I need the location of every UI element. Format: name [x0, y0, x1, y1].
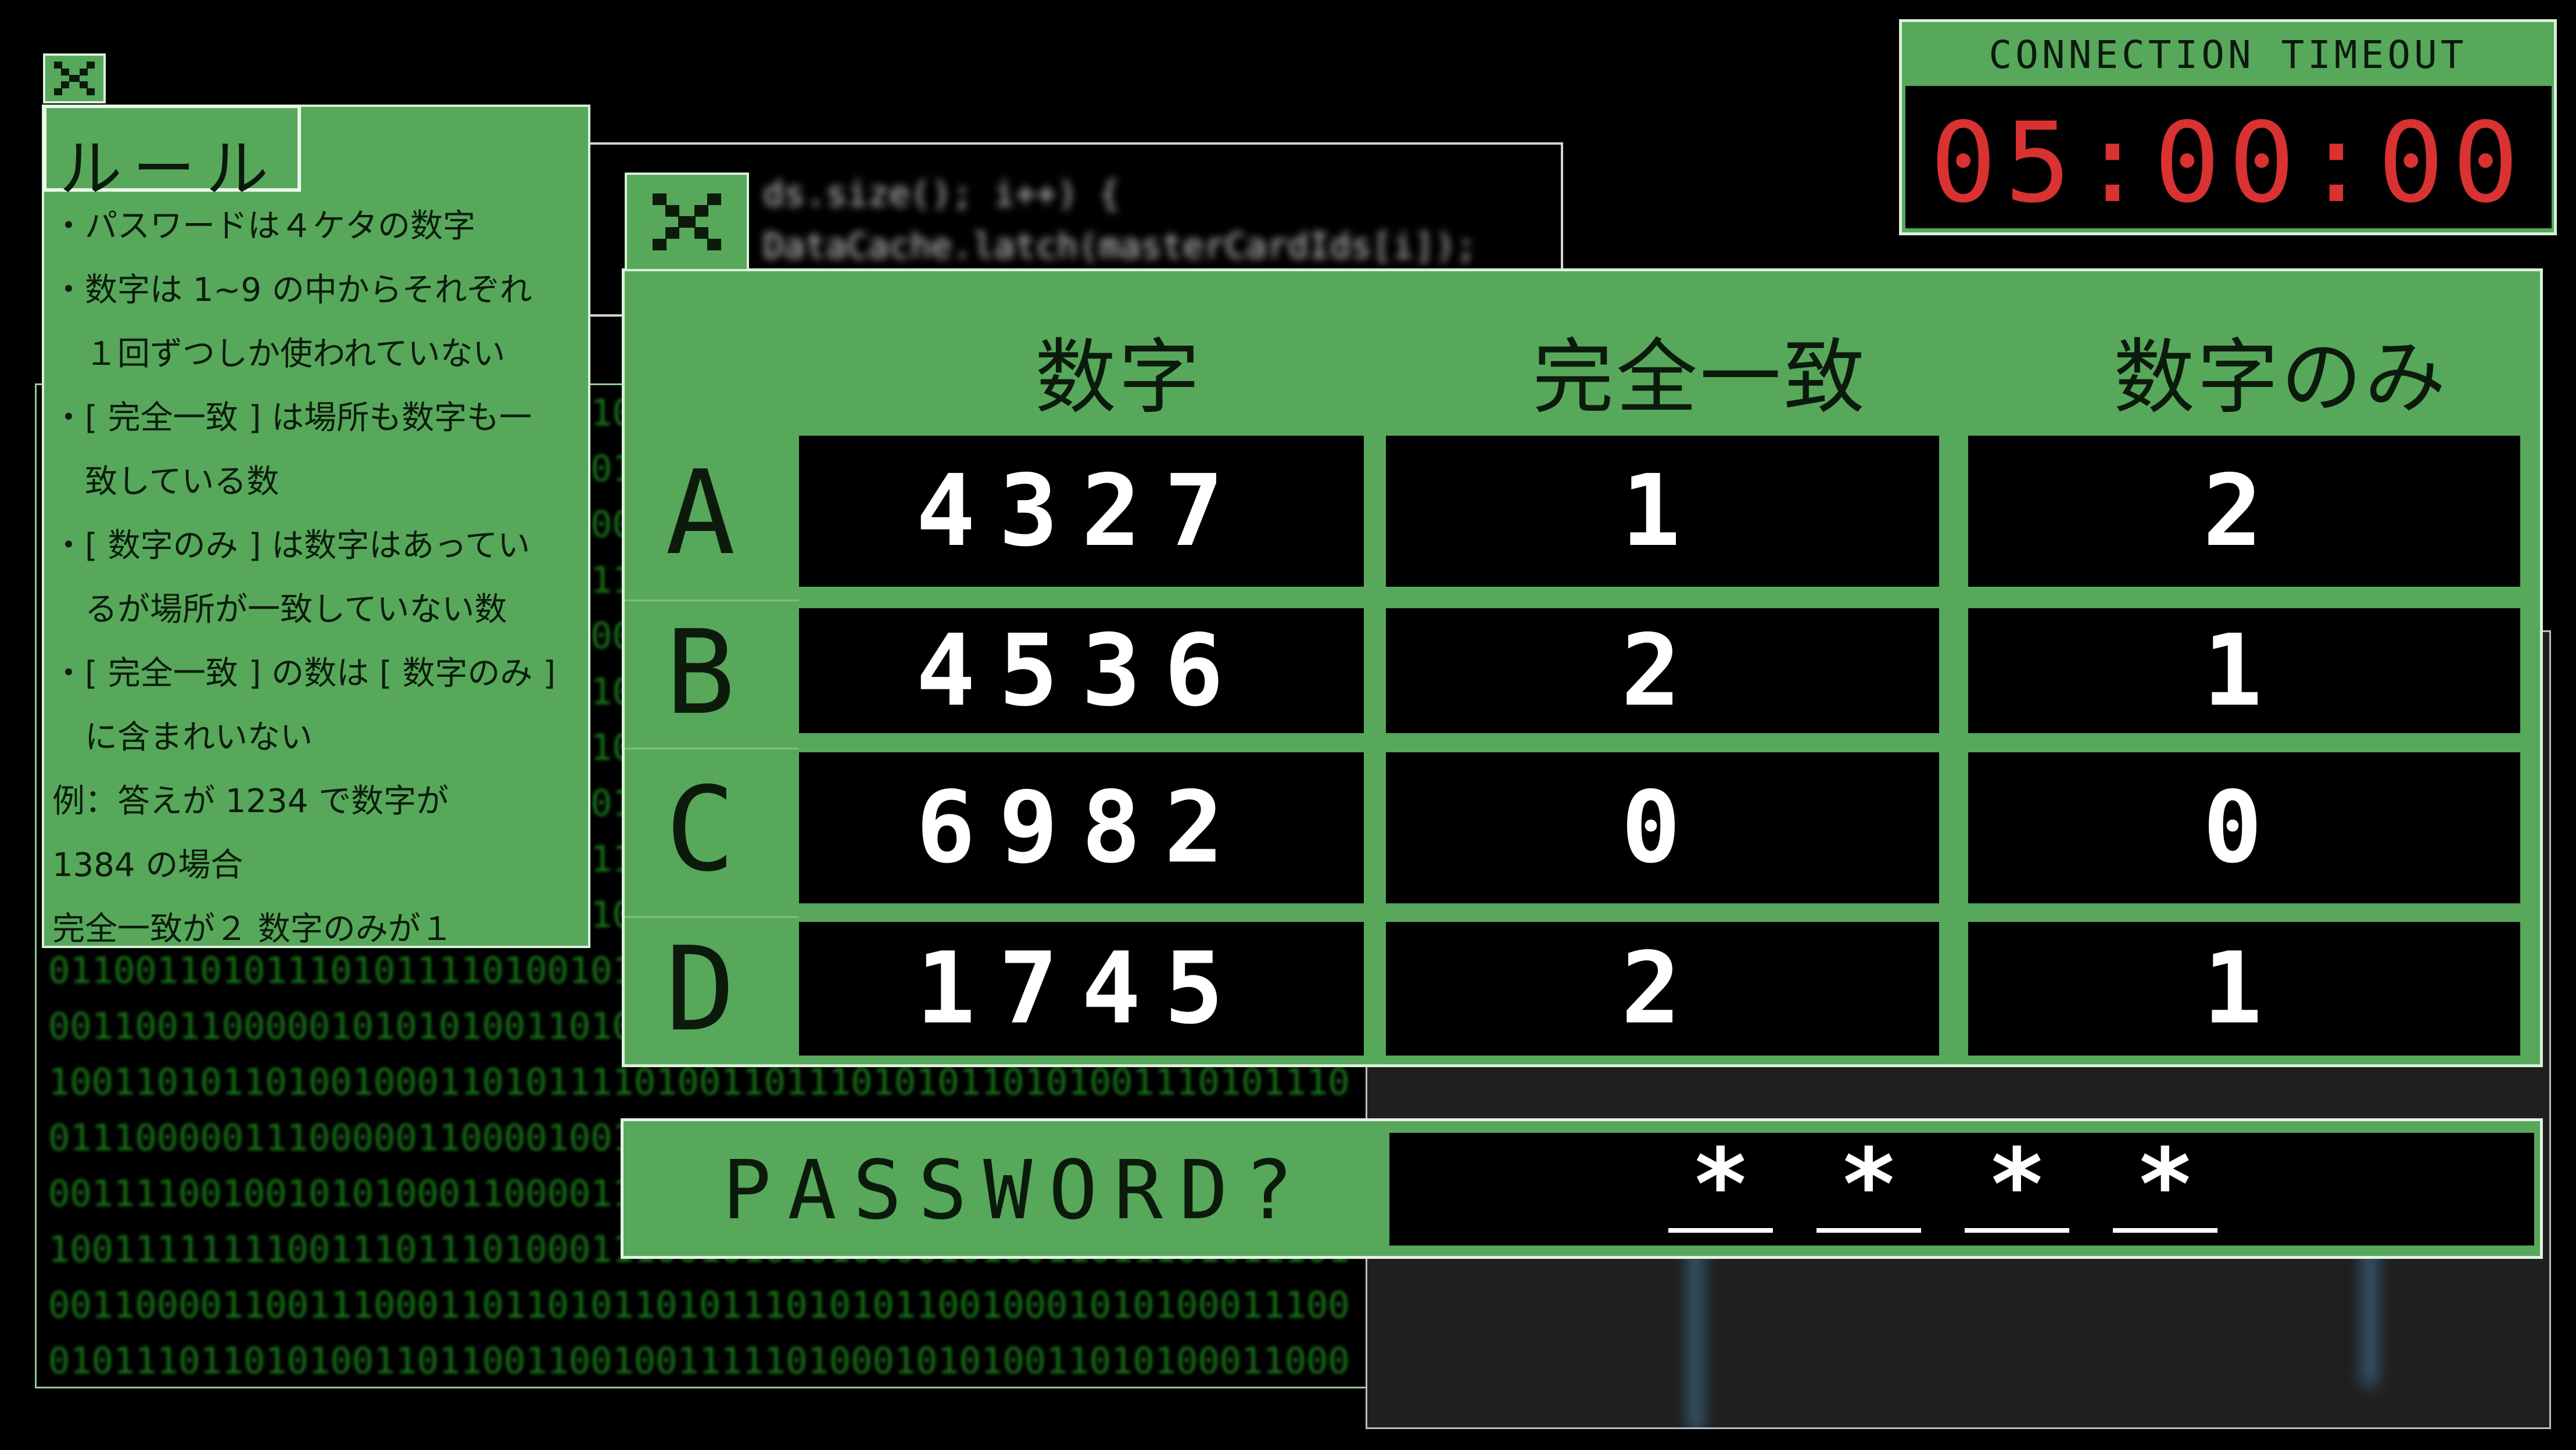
cell-exact-a: 1	[1386, 436, 1939, 587]
password-bar: PASSWORD? * * * *	[621, 1118, 2543, 1259]
timeout-label: CONNECTION TIMEOUT	[1989, 33, 2467, 77]
cell-number-d: 1745	[799, 922, 1364, 1056]
rule-line: ・[ 数字のみ ] は数字はあってい	[52, 527, 531, 565]
column-header-number: 数字	[1034, 331, 1202, 425]
rule-line: 完全一致が２ 数字のみが１	[52, 910, 453, 948]
rule-line: 例：答えが 1234 で数字が	[52, 783, 449, 820]
password-char-underline	[1965, 1228, 2069, 1233]
password-char-underline	[1668, 1228, 1773, 1233]
blurred-light-decoration	[2364, 1242, 2376, 1387]
timeout-display: 05:00:00	[1905, 86, 2552, 228]
rule-line: 1384 の場合	[52, 846, 243, 884]
row-divider	[625, 748, 799, 749]
password-char: *	[2135, 1128, 2195, 1243]
connection-timeout-panel: CONNECTION TIMEOUT 05:00:00	[1899, 19, 2557, 235]
password-char: *	[1987, 1128, 2047, 1243]
rule-line: ・[ 完全一致 ] は場所も数字も一	[52, 399, 532, 437]
column-header-exact-match: 完全一致	[1532, 331, 1867, 425]
close-icon	[653, 193, 721, 250]
password-char-underline	[1817, 1228, 1921, 1233]
cell-exact-d: 2	[1386, 922, 1939, 1056]
table-close-button[interactable]	[625, 173, 749, 271]
cell-number-b: 4536	[799, 608, 1364, 733]
password-char-slot: *	[1668, 1128, 1773, 1243]
hint-table-panel: 数字 完全一致 数字のみ A 4327 1 2 B 4536 2 1 C 698…	[622, 268, 2543, 1067]
rule-line: １回ずつしか使われていない	[52, 335, 506, 373]
close-icon	[54, 62, 95, 95]
password-label: PASSWORD?	[722, 1143, 1310, 1238]
cell-numbers-only-d: 1	[1968, 922, 2520, 1056]
column-header-numbers-only: 数字のみ	[2113, 331, 2448, 425]
row-label-d: D	[665, 922, 736, 1057]
password-char: *	[1839, 1128, 1899, 1243]
rule-line: に含まれいない	[52, 719, 313, 756]
rule-line: ・[ 完全一致 ] の数は [ 数字のみ ]	[52, 655, 556, 692]
rules-close-button[interactable]	[43, 53, 106, 103]
rules-panel: ・パスワードは４ケタの数字 ・数字は 1~9 の中からそれぞれ １回ずつしか使わ…	[42, 105, 590, 948]
password-input[interactable]: * * * *	[1389, 1133, 2534, 1246]
cell-number-a: 4327	[799, 436, 1364, 587]
cell-exact-b: 2	[1386, 608, 1939, 733]
timeout-countdown: 05:00:00	[1930, 99, 2527, 227]
cell-numbers-only-c: 0	[1968, 752, 2520, 903]
cell-numbers-only-b: 1	[1968, 608, 2520, 733]
blurred-light-decoration	[1690, 1242, 1701, 1427]
password-char-slot: *	[1817, 1128, 1921, 1243]
rules-title: ルール	[59, 133, 280, 206]
rules-title-tab: ルール	[43, 105, 301, 206]
password-char-slot: *	[1965, 1128, 2069, 1243]
password-char: *	[1690, 1128, 1751, 1243]
cell-exact-c: 0	[1386, 752, 1939, 903]
rule-line: 致している数	[52, 463, 280, 501]
row-divider	[625, 600, 799, 601]
row-label-b: B	[665, 605, 736, 741]
row-label-a: A	[665, 446, 736, 581]
rule-line: ・数字は 1~9 の中からそれぞれ	[52, 271, 532, 309]
cell-numbers-only-a: 2	[1968, 436, 2520, 587]
password-char-slot: *	[2113, 1128, 2217, 1243]
row-divider	[625, 916, 799, 918]
row-label-c: C	[665, 762, 736, 898]
password-char-underline	[2113, 1228, 2217, 1233]
cell-number-c: 6982	[799, 752, 1364, 903]
rule-line: るが場所が一致していない数	[52, 591, 507, 629]
